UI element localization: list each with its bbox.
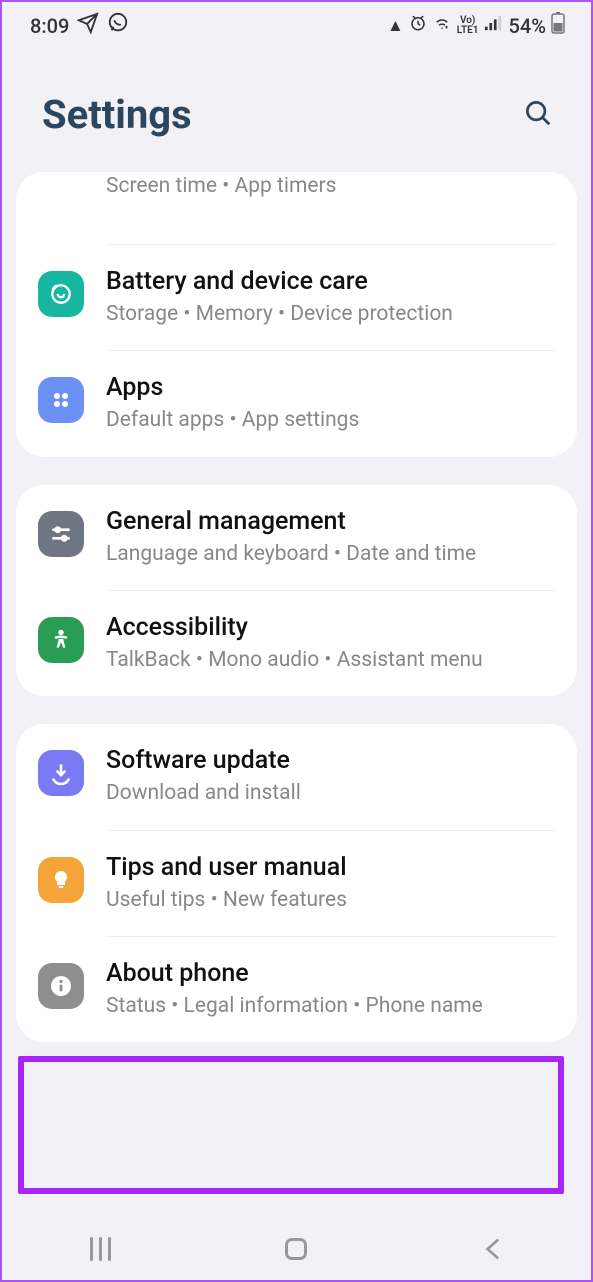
wifi-icon xyxy=(432,14,452,37)
tips-icon xyxy=(38,857,84,903)
back-button[interactable] xyxy=(480,1236,506,1262)
status-bar: 8:09 ▲ Vo) LTE1 54% xyxy=(2,2,591,45)
settings-item-apps[interactable]: Apps Default apps • App settings xyxy=(16,351,577,456)
item-subtitle: TalkBack • Mono audio • Assistant menu xyxy=(106,646,555,674)
item-title: Software update xyxy=(106,746,555,775)
item-title: Accessibility xyxy=(106,613,555,642)
settings-item-software-update[interactable]: Software update Download and install xyxy=(16,724,577,829)
item-title: Battery and device care xyxy=(106,267,555,296)
settings-group: Software update Download and install Tip… xyxy=(16,724,577,1042)
telegram-icon xyxy=(77,12,99,39)
alarm-icon xyxy=(409,14,427,37)
item-title: Tips and user manual xyxy=(106,853,555,882)
item-subtitle: Download and install xyxy=(106,779,555,807)
item-title: Apps xyxy=(106,373,555,402)
accessibility-icon xyxy=(38,617,84,663)
update-icon xyxy=(38,750,84,796)
settings-item-accessibility[interactable]: Accessibility TalkBack • Mono audio • As… xyxy=(16,591,577,696)
item-subtitle: Storage • Memory • Device protection xyxy=(106,300,555,328)
settings-item-general[interactable]: General management Language and keyboard… xyxy=(16,485,577,590)
apps-icon xyxy=(38,377,84,423)
general-icon xyxy=(38,511,84,557)
settings-item-tips[interactable]: Tips and user manual Useful tips • New f… xyxy=(16,831,577,936)
placeholder-icon xyxy=(38,176,84,222)
item-subtitle: Default apps • App settings xyxy=(106,406,555,434)
settings-item-digital-wellbeing[interactable]: Screen time • App timers xyxy=(16,172,577,244)
home-button[interactable] xyxy=(283,1236,309,1262)
item-subtitle: Status • Legal information • Phone name xyxy=(106,992,555,1020)
page-header: Settings xyxy=(2,45,591,172)
signal-icon xyxy=(484,14,502,37)
item-title: About phone xyxy=(106,959,555,988)
volte-icon: Vo) LTE1 xyxy=(457,16,479,36)
page-title: Settings xyxy=(42,91,192,138)
device-care-icon xyxy=(38,271,84,317)
battery-icon xyxy=(551,12,565,39)
settings-group: General management Language and keyboard… xyxy=(16,485,577,697)
search-icon[interactable] xyxy=(523,98,553,132)
settings-item-battery[interactable]: Battery and device care Storage • Memory… xyxy=(16,245,577,350)
recents-button[interactable] xyxy=(87,1236,113,1262)
status-time: 8:09 xyxy=(30,14,69,38)
whatsapp-icon xyxy=(107,12,129,39)
item-subtitle: Screen time • App timers xyxy=(106,172,555,200)
battery-percent: 54% xyxy=(509,14,546,38)
highlight-annotation xyxy=(18,1056,564,1194)
notification-icon: ▲ xyxy=(387,16,404,36)
navigation-bar xyxy=(2,1218,591,1280)
settings-item-about-phone[interactable]: About phone Status • Legal information •… xyxy=(16,937,577,1042)
item-subtitle: Useful tips • New features xyxy=(106,886,555,914)
item-subtitle: Language and keyboard • Date and time xyxy=(106,540,555,568)
item-title: General management xyxy=(106,507,555,536)
about-icon xyxy=(38,963,84,1009)
settings-group: Screen time • App timers Battery and dev… xyxy=(16,172,577,457)
